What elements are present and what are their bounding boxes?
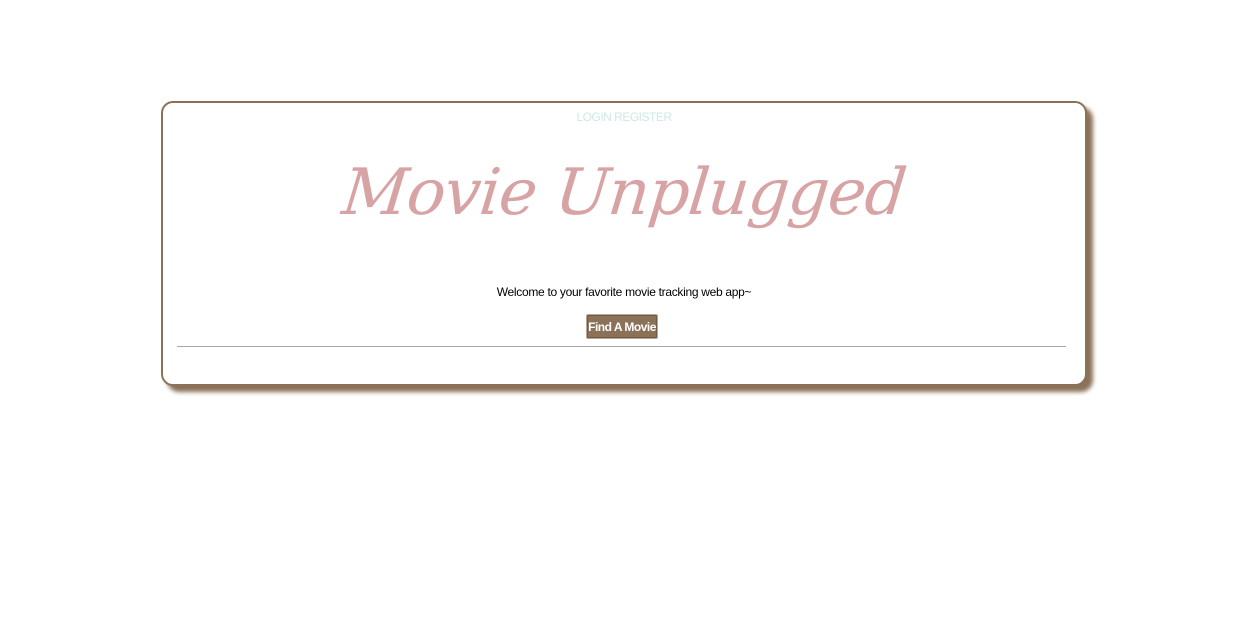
login-link[interactable]: LOGIN <box>576 110 611 124</box>
find-movie-button[interactable]: Find A Movie <box>586 314 658 339</box>
corner-mark <box>1080 380 1084 384</box>
welcome-message: Welcome to your favorite movie tracking … <box>496 285 752 299</box>
main-card: LOGIN REGISTER Movie Unplugged Welcome t… <box>161 101 1087 386</box>
register-link[interactable]: REGISTER <box>614 110 672 124</box>
divider <box>177 346 1066 347</box>
app-title: Movie Unplugged <box>338 156 910 230</box>
auth-nav: LOGIN REGISTER <box>163 110 1085 124</box>
